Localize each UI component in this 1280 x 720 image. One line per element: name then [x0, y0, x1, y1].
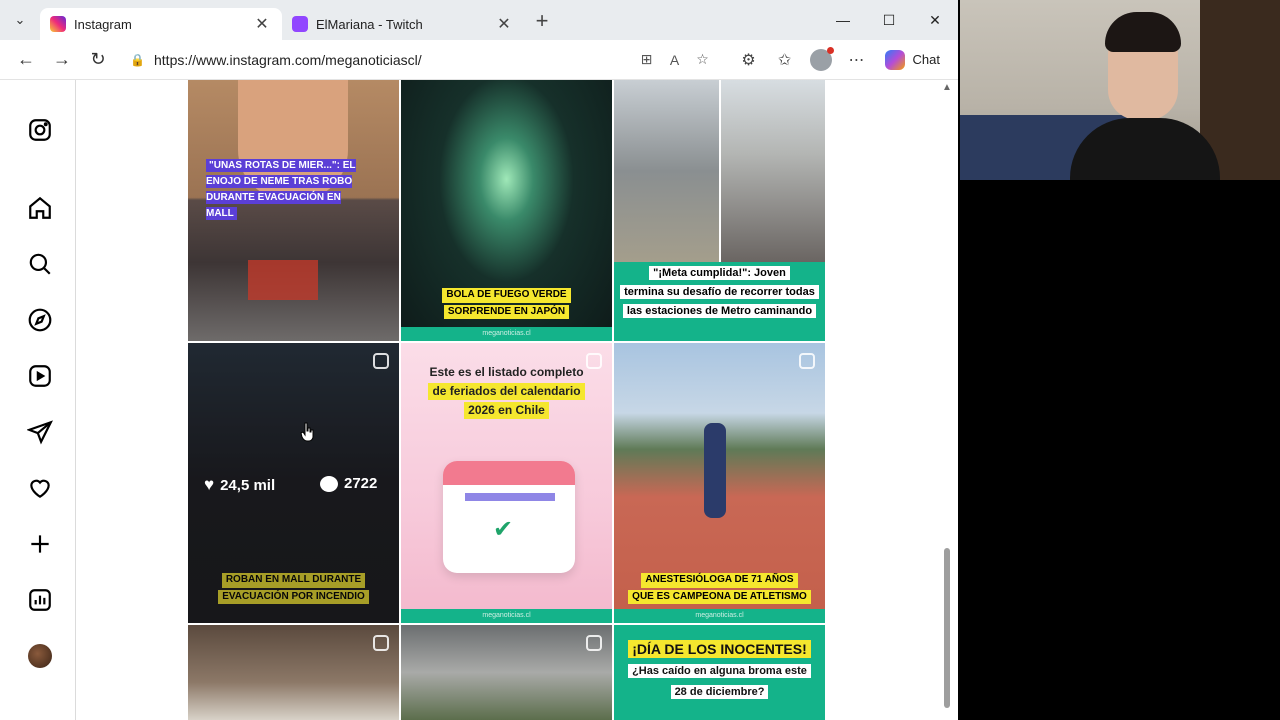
copilot-chat-button[interactable]: Chat: [875, 45, 950, 75]
post-tile[interactable]: Este es el listado completo de feriados …: [401, 343, 612, 623]
chat-label: Chat: [912, 52, 940, 67]
hand-cursor-icon: [300, 422, 314, 442]
post-tile[interactable]: ANESTESIÓLOGA DE 71 AÑOS QUE ES CAMPEONA…: [614, 343, 825, 623]
comment-bubble-icon: [320, 475, 338, 492]
minimize-button[interactable]: —: [820, 0, 866, 40]
reel-icon: [373, 353, 389, 369]
notifications-heart-icon[interactable]: [26, 474, 54, 502]
create-plus-icon[interactable]: [26, 530, 54, 558]
lock-icon[interactable]: 🔒: [130, 53, 146, 67]
favorites-icon[interactable]: ✩: [767, 44, 803, 76]
post-caption: BOLA DE FUEGO VERDE SORPRENDE EN JAPÓN: [401, 288, 612, 319]
window-controls: — ☐ ✕: [820, 0, 958, 40]
home-icon[interactable]: [26, 194, 54, 222]
extensions-icon[interactable]: ⚙: [731, 44, 767, 76]
photo-left: [614, 80, 719, 262]
brand-footer: meganoticias.cl: [401, 609, 612, 623]
post-tile[interactable]: [188, 625, 399, 720]
address-bar: ← → ↻ 🔒 https://www.instagram.com/megano…: [0, 40, 958, 80]
runner-image: [704, 423, 726, 518]
read-aloud-icon[interactable]: A: [661, 52, 689, 68]
avatar: [809, 46, 834, 71]
reel-icon: [799, 353, 815, 369]
page-scrollbar[interactable]: ▲: [942, 82, 952, 712]
webcam-feed: [960, 0, 1280, 180]
tab-instagram[interactable]: Instagram ✕: [40, 8, 282, 40]
post-grid: "UNAS ROTAS DE MIER...": EL ENOJO DE NEM…: [188, 80, 826, 720]
post-caption: ANESTESIÓLOGA DE 71 AÑOS QUE ES CAMPEONA…: [614, 573, 825, 604]
refresh-button[interactable]: ↻: [80, 44, 116, 76]
scrollbar-thumb[interactable]: [944, 548, 950, 708]
post-tile[interactable]: "UNAS ROTAS DE MIER...": EL ENOJO DE NEM…: [188, 80, 399, 341]
screen: ⌄ Instagram ✕ ElMariana - Twitch ✕ + — ☐…: [0, 0, 1280, 720]
tab-actions-menu-button[interactable]: ⌄: [0, 0, 40, 40]
copilot-icon: [884, 49, 905, 70]
post-caption: "¡Meta cumplida!": Joven termina su desa…: [614, 262, 825, 321]
url-bar[interactable]: 🔒 https://www.instagram.com/meganoticias…: [122, 43, 725, 76]
search-icon[interactable]: [26, 250, 54, 278]
twitch-icon: [292, 16, 308, 32]
tab-title: ElMariana - Twitch: [316, 16, 423, 32]
close-icon[interactable]: ✕: [494, 14, 514, 34]
browser-window: ⌄ Instagram ✕ ElMariana - Twitch ✕ + — ☐…: [0, 0, 958, 720]
explore-icon[interactable]: [26, 306, 54, 334]
tab-bar: ⌄ Instagram ✕ ElMariana - Twitch ✕ + — ☐…: [0, 0, 958, 40]
dashboard-icon[interactable]: [26, 586, 54, 614]
close-window-button[interactable]: ✕: [912, 0, 958, 40]
maximize-button[interactable]: ☐: [866, 0, 912, 40]
page-content: "UNAS ROTAS DE MIER...": EL ENOJO DE NEM…: [0, 80, 958, 720]
reel-icon: [373, 635, 389, 651]
instagram-icon: [50, 16, 66, 32]
post-tile[interactable]: [401, 625, 612, 720]
forward-button[interactable]: →: [44, 44, 80, 76]
post-caption: Este es el listado completo de feriados …: [428, 365, 585, 419]
post-tile[interactable]: "¡Meta cumplida!": Joven termina su desa…: [614, 80, 825, 341]
favorite-star-icon[interactable]: ☆: [689, 51, 717, 68]
comments-count: 2722: [320, 475, 377, 492]
photo-right: [721, 80, 825, 262]
calendar-illustration: ✔: [443, 461, 575, 573]
reel-icon: [586, 635, 602, 651]
scroll-up-arrow-icon[interactable]: ▲: [942, 82, 952, 93]
url-text[interactable]: https://www.instagram.com/meganoticiascl…: [154, 52, 633, 68]
profile-button[interactable]: [803, 44, 839, 76]
messages-icon[interactable]: [26, 418, 54, 446]
post-tile[interactable]: BOLA DE FUEGO VERDE SORPRENDE EN JAPÓN m…: [401, 80, 612, 341]
brand-footer: meganoticias.cl: [614, 609, 825, 623]
bag-image: [248, 260, 318, 300]
brand-footer: meganoticias.cl: [401, 327, 612, 341]
instagram-logo-icon[interactable]: [26, 116, 54, 144]
checkmark-icon: ✔: [493, 516, 514, 543]
tab-twitch[interactable]: ElMariana - Twitch ✕: [282, 8, 524, 40]
close-icon[interactable]: ✕: [252, 14, 272, 34]
post-caption: ROBAN EN MALL DURANTE EVACUACIÓN POR INC…: [188, 573, 399, 604]
app-available-icon[interactable]: ⊞: [633, 51, 661, 68]
post-tile[interactable]: ¡DÍA DE LOS INOCENTES! ¿Has caído en alg…: [614, 625, 825, 720]
post-caption: ¡DÍA DE LOS INOCENTES! ¿Has caído en alg…: [614, 639, 825, 702]
new-tab-button[interactable]: +: [524, 3, 560, 39]
post-caption: "UNAS ROTAS DE MIER...": EL ENOJO DE NEM…: [206, 159, 356, 220]
tab-title: Instagram: [74, 16, 132, 32]
likes-count: ♥ 24,5 mil: [204, 475, 276, 494]
heart-icon: ♥: [204, 475, 215, 494]
back-button[interactable]: ←: [8, 44, 44, 76]
instagram-sidebar: [4, 80, 76, 720]
caption-panel: "¡Meta cumplida!": Joven termina su desa…: [614, 262, 825, 341]
more-options-icon[interactable]: ⋯: [839, 44, 875, 76]
post-tile-hovered[interactable]: ♥ 24,5 mil 2722 ROBAN EN MALL DURANTE EV…: [188, 343, 399, 623]
profile-avatar[interactable]: [26, 642, 54, 670]
reels-icon[interactable]: [26, 362, 54, 390]
